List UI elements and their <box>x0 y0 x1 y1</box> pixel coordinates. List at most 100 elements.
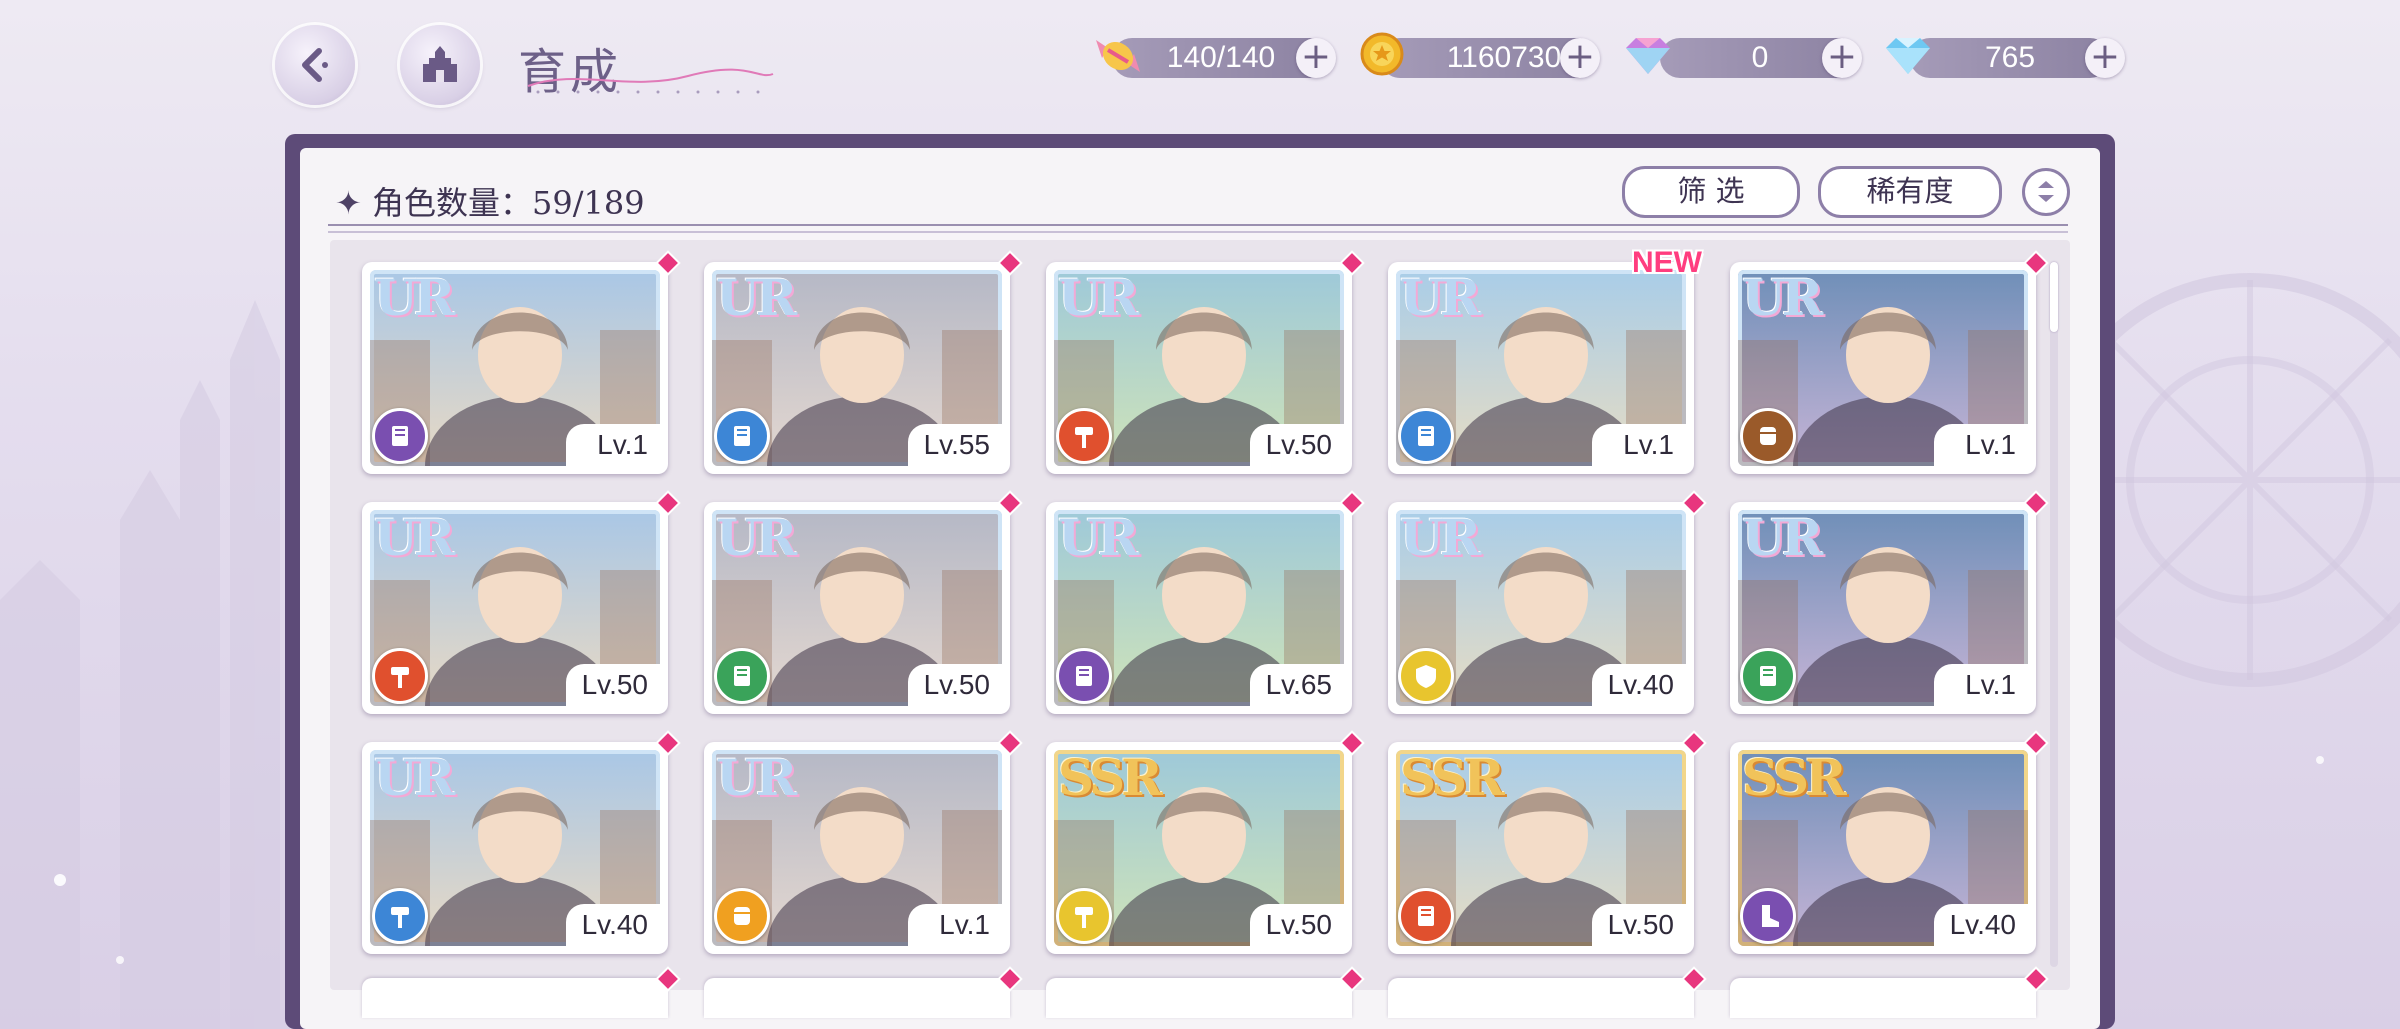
attribute-badge <box>714 888 770 944</box>
rarity-badge: UR <box>1058 268 1139 327</box>
character-card[interactable]: UR Lv.50 <box>362 493 678 714</box>
blue-diamond-icon <box>1886 38 1930 74</box>
sort-arrows-icon <box>2038 181 2054 202</box>
character-card[interactable]: SSR Lv.50 <box>1388 733 1704 954</box>
hammer-icon <box>391 907 409 928</box>
character-card[interactable]: UR Lv.40 <box>362 733 678 954</box>
gold-add-button[interactable]: + <box>1560 38 1600 78</box>
character-count: ✦ 角色数量：59/189 <box>335 178 645 224</box>
character-count-text: 角色数量：59/189 <box>371 184 645 222</box>
attribute-badge <box>1740 408 1796 464</box>
level-label: Lv.50 <box>908 664 1002 706</box>
boot-icon <box>1762 905 1779 927</box>
attribute-badge <box>714 648 770 704</box>
book-icon <box>392 426 408 446</box>
rarity-badge: UR <box>716 508 797 567</box>
card-partial[interactable] <box>704 969 1020 1018</box>
attribute-badge <box>1056 408 1112 464</box>
filter-label: 筛 选 <box>1677 174 1745 208</box>
rarity-badge: SSR <box>1058 748 1163 807</box>
level-label: Lv.40 <box>1934 904 2028 946</box>
header-divider <box>328 224 2068 233</box>
character-card[interactable]: UR Lv.1 NEW <box>1388 246 1702 474</box>
book-icon <box>1760 666 1776 686</box>
hammer-icon <box>391 667 409 688</box>
character-card[interactable]: SSR Lv.50 <box>1046 733 1362 954</box>
rarity-badge: UR <box>374 268 455 327</box>
paid-gem-add-button[interactable]: + <box>1822 38 1862 78</box>
rarity-badge: UR <box>374 508 455 567</box>
back-button[interactable] <box>275 25 355 105</box>
level-label: Lv.65 <box>1250 664 1344 706</box>
level-label: Lv.50 <box>1250 424 1344 466</box>
rarity-badge: SSR <box>1742 748 1847 807</box>
scrollbar-thumb[interactable] <box>2050 262 2058 332</box>
level-label: Lv.50 <box>1250 904 1344 946</box>
attribute-badge <box>1056 648 1112 704</box>
attribute-badge <box>1740 888 1796 944</box>
character-card[interactable]: UR Lv.1 <box>1730 493 2046 714</box>
book-icon <box>1418 906 1434 926</box>
character-card[interactable]: UR Lv.1 <box>362 253 678 474</box>
free-gem-add-button[interactable]: + <box>2085 38 2125 78</box>
level-label: Lv.1 <box>566 424 660 466</box>
attribute-badge <box>1398 408 1454 464</box>
rarity-badge: UR <box>716 748 797 807</box>
rarity-badge: SSR <box>1400 748 1505 807</box>
scrollbar-track[interactable] <box>2050 262 2058 967</box>
attribute-badge <box>714 408 770 464</box>
character-card[interactable]: UR Lv.50 <box>1046 253 1362 474</box>
attribute-badge <box>1398 888 1454 944</box>
free-gem-value: 765 <box>1984 41 2036 74</box>
character-card[interactable]: UR Lv.40 <box>1388 493 1704 714</box>
character-card[interactable]: UR Lv.1 <box>1730 253 2046 474</box>
rarity-badge: UR <box>374 748 455 807</box>
card-partial[interactable] <box>362 969 678 1018</box>
book-icon <box>734 666 750 686</box>
new-badge: NEW <box>1632 246 1702 279</box>
gold-value: 1160730 <box>1446 41 1562 74</box>
filter-button[interactable]: 筛 选 <box>1622 166 1800 218</box>
attribute-badge <box>1056 888 1112 944</box>
sort-label: 稀有度 <box>1866 174 1954 208</box>
card-partial[interactable] <box>1388 969 1704 1018</box>
level-label: Lv.1 <box>908 904 1002 946</box>
character-card[interactable]: UR Lv.1 <box>704 733 1020 954</box>
book-icon <box>1418 426 1434 446</box>
character-card[interactable]: UR Lv.55 <box>704 253 1020 474</box>
stamina-value: 140/140 <box>1166 41 1276 74</box>
book-icon <box>1076 666 1092 686</box>
stamina-add-button[interactable]: + <box>1296 38 1336 78</box>
character-card[interactable]: UR Lv.50 <box>704 493 1020 714</box>
level-label: Lv.50 <box>566 664 660 706</box>
rarity-badge: UR <box>1400 268 1481 327</box>
sparkle-icon: ✦ <box>335 184 362 222</box>
character-card[interactable]: SSR Lv.40 <box>1730 733 2046 954</box>
hammer-icon <box>1075 907 1093 928</box>
coin-icon <box>1360 32 1404 76</box>
level-label: Lv.55 <box>908 424 1002 466</box>
card-partial[interactable] <box>1730 969 2046 1018</box>
hammer-icon <box>1075 427 1093 448</box>
paid-gem-value: 0 <box>1751 41 1769 74</box>
free-gem-counter: 765 <box>1910 38 2110 78</box>
level-label: Lv.1 <box>1592 424 1686 466</box>
rarity-badge: UR <box>1400 508 1481 567</box>
level-label: Lv.1 <box>1934 664 2028 706</box>
card-partial[interactable] <box>1046 969 1362 1018</box>
fist-icon <box>734 907 750 925</box>
attribute-badge <box>1398 648 1454 704</box>
level-label: Lv.50 <box>1592 904 1686 946</box>
title-decoration <box>527 68 774 94</box>
character-card[interactable]: UR Lv.65 <box>1046 493 1362 714</box>
fist-icon <box>1760 427 1776 445</box>
sort-order-toggle[interactable] <box>2022 168 2070 216</box>
level-label: Lv.40 <box>1592 664 1686 706</box>
book-icon <box>734 426 750 446</box>
attribute-badge <box>372 888 428 944</box>
home-button[interactable] <box>400 25 480 105</box>
level-label: Lv.1 <box>1934 424 2028 466</box>
level-label: Lv.40 <box>566 904 660 946</box>
sort-button[interactable]: 稀有度 <box>1818 166 2002 218</box>
attribute-badge <box>372 408 428 464</box>
